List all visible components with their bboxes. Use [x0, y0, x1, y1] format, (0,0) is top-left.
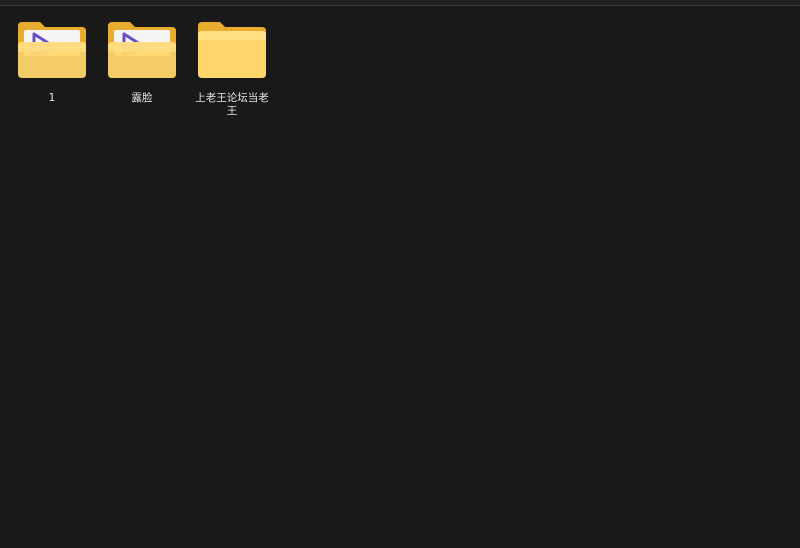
folder-item-2[interactable]: 露脸	[97, 18, 187, 118]
folder-item-1[interactable]: 1	[7, 18, 97, 118]
folder-name: 1	[48, 92, 56, 104]
folder-name: 上老王论坛当老王	[195, 92, 269, 117]
top-divider	[0, 0, 800, 6]
folder-item-3[interactable]: 上老王论坛当老王	[187, 18, 277, 118]
file-grid: 1 露脸 上老王论坛当老王	[7, 18, 277, 118]
file-explorer-content-area: 1 露脸 上老王论坛当老王	[0, 0, 800, 548]
folder-name: 露脸	[131, 92, 153, 104]
folder-icon	[198, 22, 266, 78]
folder-with-media-icon	[108, 22, 176, 78]
folder-with-media-icon	[18, 22, 86, 78]
